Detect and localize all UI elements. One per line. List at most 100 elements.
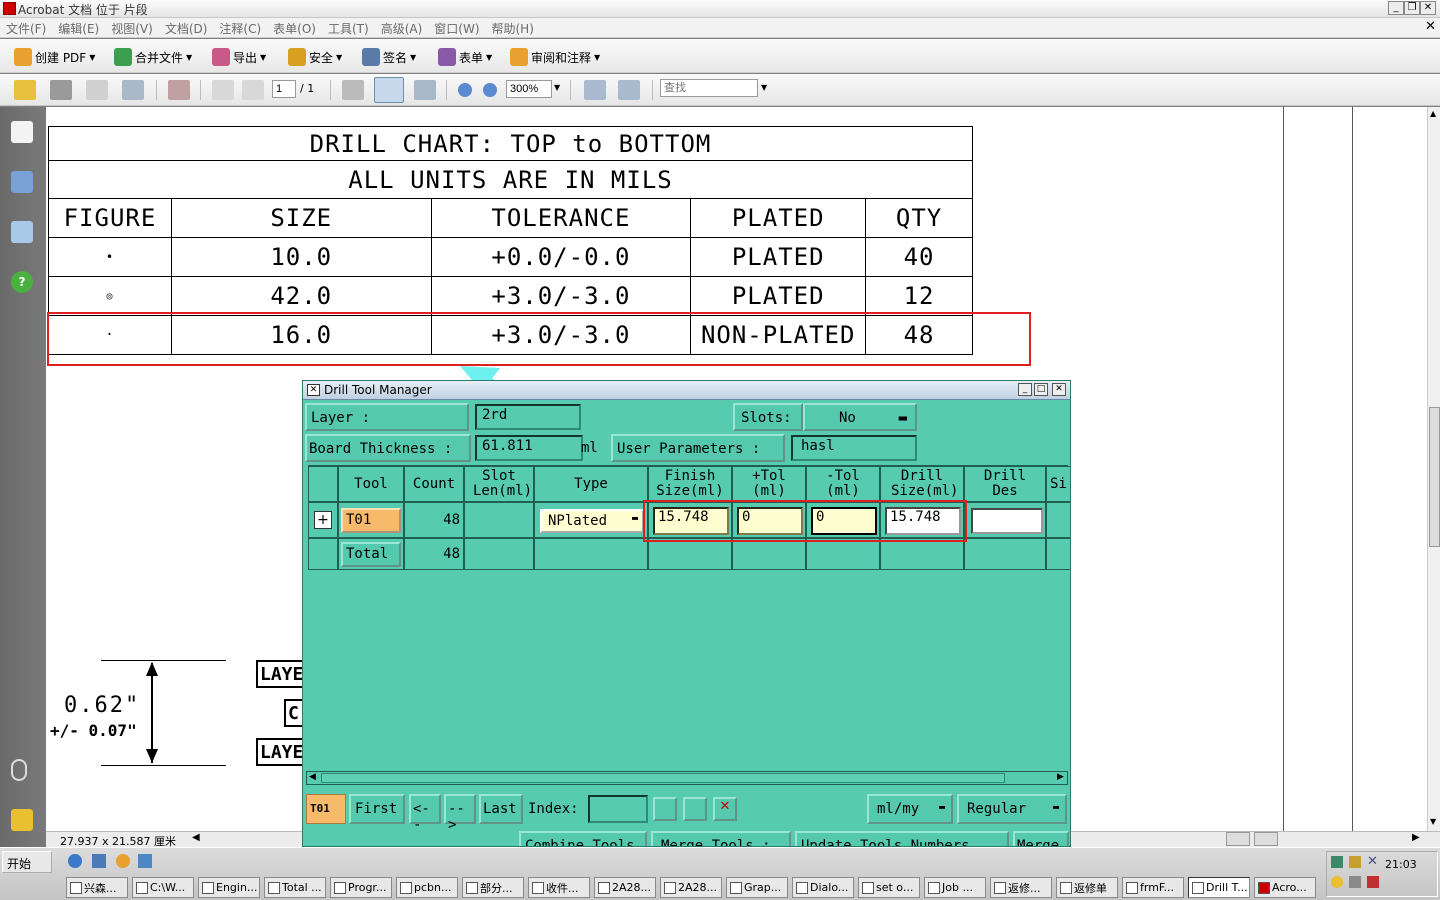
refresh-icon[interactable] bbox=[683, 797, 707, 821]
tray-pen-icon[interactable] bbox=[1349, 856, 1361, 868]
search-input[interactable] bbox=[660, 79, 758, 97]
page-number-input[interactable] bbox=[272, 80, 296, 98]
task-button-3[interactable]: Engin... bbox=[198, 877, 260, 898]
scroll-right-icon[interactable]: ▶ bbox=[1057, 772, 1064, 782]
combine-files-button[interactable]: 合并文件 ▼ bbox=[114, 46, 192, 68]
first-button[interactable]: First bbox=[349, 794, 405, 824]
tray-tool-icon[interactable] bbox=[1367, 876, 1379, 888]
zoom-in-icon[interactable] bbox=[483, 83, 497, 97]
app-quicklaunch-icon[interactable] bbox=[138, 854, 152, 868]
scroll-left-icon[interactable]: ◀ bbox=[192, 832, 200, 843]
help-small-icon[interactable] bbox=[1254, 832, 1278, 846]
menu-file[interactable]: 文件(F) bbox=[0, 18, 52, 37]
clock-quicklaunch-icon[interactable] bbox=[116, 854, 130, 868]
tool-button[interactable]: T01 bbox=[341, 508, 401, 533]
pages-icon[interactable] bbox=[11, 121, 33, 143]
merge-button[interactable]: Merge bbox=[1013, 831, 1069, 846]
forms-button[interactable]: 表单 ▼ bbox=[438, 46, 492, 68]
close-button[interactable]: ✕ bbox=[1420, 1, 1436, 15]
menu-view[interactable]: 视图(V) bbox=[105, 18, 159, 37]
task-button-8[interactable]: 收件... bbox=[528, 877, 590, 898]
menu-document[interactable]: 文档(D) bbox=[159, 18, 214, 37]
scroll-down-icon[interactable]: ▼ bbox=[1430, 817, 1436, 826]
task-button-6[interactable]: pcbn... bbox=[396, 877, 458, 898]
board-thickness-field[interactable]: 61.811 bbox=[475, 435, 583, 461]
drill-des-input[interactable] bbox=[971, 508, 1043, 534]
menu-edit[interactable]: 编辑(E) bbox=[52, 18, 105, 37]
secure-button[interactable]: 安全 ▼ bbox=[288, 46, 342, 68]
upload-icon[interactable] bbox=[168, 80, 190, 100]
task-button-17[interactable]: frmF... bbox=[1122, 877, 1184, 898]
prev-button[interactable]: <-- bbox=[409, 794, 441, 833]
email-icon[interactable] bbox=[122, 80, 144, 100]
units-dropdown[interactable]: ml/my ▬ bbox=[867, 794, 953, 824]
task-button-13[interactable]: set o... bbox=[858, 877, 920, 898]
task-button-10[interactable]: 2A28... bbox=[660, 877, 722, 898]
restore-button[interactable]: ❐ bbox=[1404, 1, 1420, 15]
zoom-tool-icon[interactable] bbox=[414, 80, 436, 100]
select-tool-icon[interactable] bbox=[342, 80, 364, 100]
signatures-icon[interactable] bbox=[11, 221, 33, 243]
zoom-level-input[interactable] bbox=[506, 80, 552, 98]
save-icon[interactable] bbox=[86, 80, 108, 100]
open-folder-icon[interactable] bbox=[14, 80, 36, 100]
ie-quicklaunch-icon[interactable] bbox=[68, 854, 82, 868]
index-input[interactable] bbox=[588, 795, 648, 823]
menu-window[interactable]: 窗口(W) bbox=[428, 18, 485, 37]
menu-tools[interactable]: 工具(T) bbox=[322, 18, 375, 37]
task-button-2[interactable]: C:\W... bbox=[132, 877, 194, 898]
combine-tools-button[interactable]: Combine Tools bbox=[519, 831, 647, 846]
search-dropdown-icon[interactable]: ▼ bbox=[761, 83, 767, 92]
horizontal-scrollbar[interactable]: ◀ ▶ bbox=[306, 771, 1068, 785]
task-button-9[interactable]: 2A28... bbox=[594, 877, 656, 898]
tray-bulb-icon[interactable] bbox=[1331, 876, 1343, 888]
scroll-thumb[interactable] bbox=[1429, 407, 1440, 547]
task-button-4[interactable]: Total ... bbox=[264, 877, 326, 898]
document-close-icon[interactable]: ✕ bbox=[1425, 19, 1436, 34]
dialog-close-button[interactable]: ✕ bbox=[1052, 383, 1066, 396]
minimize-button[interactable]: _ bbox=[1388, 1, 1404, 15]
hand-tool-icon[interactable] bbox=[374, 77, 404, 103]
create-pdf-button[interactable]: 创建 PDF ▼ bbox=[14, 46, 95, 68]
lookup-icon[interactable] bbox=[653, 797, 677, 821]
start-button[interactable]: 开始 bbox=[2, 851, 52, 873]
help-icon[interactable]: ? bbox=[11, 271, 33, 293]
task-button-14[interactable]: Job ... bbox=[924, 877, 986, 898]
dialog-maximize-button[interactable]: □ bbox=[1034, 383, 1048, 396]
tray-clock-icon[interactable] bbox=[1349, 876, 1361, 888]
vertical-scrollbar[interactable]: ▲ ▼ bbox=[1427, 107, 1440, 831]
zoom-dropdown-icon[interactable]: ▼ bbox=[554, 83, 560, 92]
mode-dropdown[interactable]: Regular ▬ bbox=[957, 794, 1067, 824]
page-layout-icon[interactable] bbox=[1226, 832, 1250, 846]
desktop-quicklaunch-icon[interactable] bbox=[92, 854, 106, 868]
task-button-7[interactable]: 部分... bbox=[462, 877, 524, 898]
tray-network-icon[interactable] bbox=[1331, 856, 1343, 868]
scroll-right-icon[interactable]: ▶ bbox=[1412, 832, 1420, 843]
task-button-18[interactable]: Drill T... bbox=[1188, 877, 1250, 898]
review-comment-button[interactable]: 审阅和注释 ▼ bbox=[510, 46, 600, 68]
task-button-15[interactable]: 返修... bbox=[990, 877, 1052, 898]
last-button[interactable]: Last bbox=[479, 794, 523, 824]
task-button-19[interactable]: Acro... bbox=[1254, 877, 1316, 898]
expand-icon[interactable]: + bbox=[314, 511, 332, 529]
tray-x-icon[interactable]: ✕ bbox=[1367, 854, 1378, 869]
horizontal-scroll-thumb[interactable] bbox=[321, 773, 1005, 783]
type-dropdown[interactable]: NPlated ▬ bbox=[540, 509, 644, 533]
task-button-16[interactable]: 返修单 bbox=[1056, 877, 1118, 898]
menu-advanced[interactable]: 高级(A) bbox=[375, 18, 429, 37]
menu-help[interactable]: 帮助(H) bbox=[486, 18, 540, 37]
previous-page-icon[interactable] bbox=[212, 80, 234, 100]
dialog-minimize-button[interactable]: _ bbox=[1018, 383, 1032, 396]
scroll-up-icon[interactable]: ▲ bbox=[1430, 109, 1436, 118]
zoom-out-icon[interactable] bbox=[458, 83, 472, 97]
task-button-11[interactable]: Grap... bbox=[726, 877, 788, 898]
print-icon[interactable] bbox=[50, 80, 72, 100]
delete-icon[interactable]: ✕ bbox=[713, 797, 737, 821]
bookmarks-icon[interactable] bbox=[11, 171, 33, 193]
menu-comments[interactable]: 注释(C) bbox=[213, 18, 267, 37]
next-page-icon[interactable] bbox=[242, 80, 264, 100]
menu-forms[interactable]: 表单(O) bbox=[267, 18, 322, 37]
user-parameters-field[interactable]: hasl bbox=[791, 435, 917, 461]
layer-field[interactable]: 2rd bbox=[475, 404, 581, 430]
next-button[interactable]: --> bbox=[444, 794, 476, 833]
